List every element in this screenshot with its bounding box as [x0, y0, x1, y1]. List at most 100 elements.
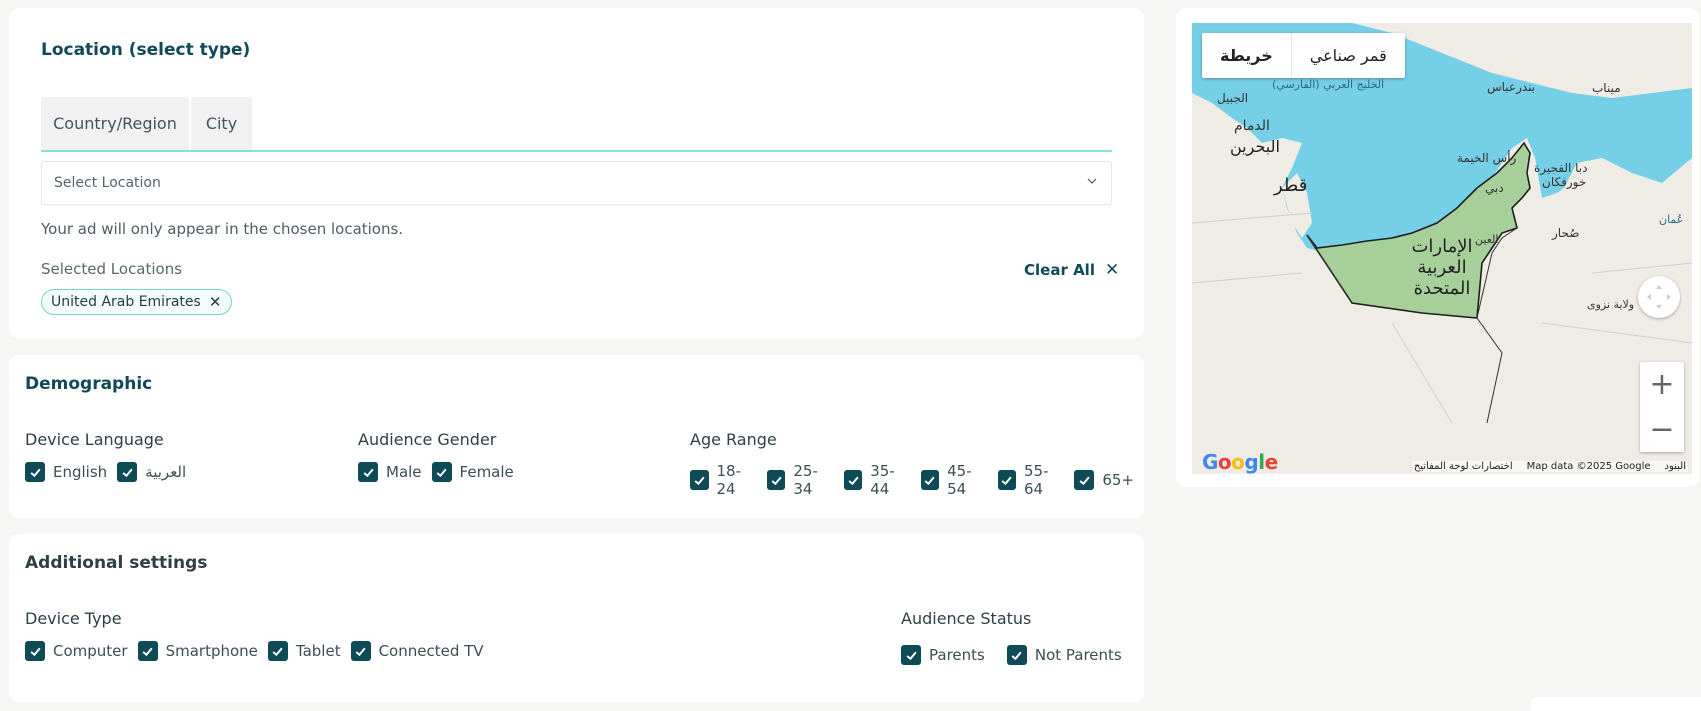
device-type-options: Computer Smartphone Tablet Connected TV: [25, 641, 494, 661]
checkbox-female[interactable]: Female: [431, 462, 514, 482]
map-type-toggle: خريطة قمر صناعي: [1202, 33, 1405, 78]
map-label-jubail: الجبيل: [1217, 91, 1249, 105]
terms-link[interactable]: البنود: [1665, 461, 1686, 472]
checkbox-age-45-54[interactable]: 45-54: [920, 462, 988, 498]
close-icon: ✕: [1104, 260, 1120, 280]
checkbox-arabic[interactable]: العربية: [117, 462, 186, 482]
checkmark-icon: [843, 470, 863, 490]
location-map[interactable]: خريطة قمر صناعي الخليج العربي (الفارسي) …: [1192, 23, 1692, 474]
clear-all-button[interactable]: Clear All ✕: [1024, 260, 1119, 280]
audience-status-label: Audience Status: [901, 609, 1032, 628]
zoom-controls: + −: [1640, 362, 1684, 452]
checkmark-icon: [901, 645, 921, 665]
checkbox-english[interactable]: English: [25, 462, 107, 482]
option-label: Smartphone: [165, 642, 258, 660]
option-label: 35-44: [870, 462, 895, 498]
age-range-options: 18-24 25-34 35-44 45-54 55-64 65+: [690, 462, 1144, 498]
map-label-bandar-abbas: بندرعباس: [1487, 80, 1536, 94]
checkbox-parents[interactable]: Parents: [901, 645, 985, 665]
option-label: Female: [459, 463, 514, 481]
option-label: Male: [386, 463, 422, 481]
map-label-dubai: دبي: [1485, 181, 1504, 195]
option-label: 25-34: [793, 462, 818, 498]
checkmark-icon: [25, 462, 45, 482]
location-chip: United Arab Emirates ✕: [41, 289, 233, 315]
map-label-khorfakkan: خورفكان: [1542, 175, 1587, 189]
checkmark-icon: [117, 462, 138, 482]
checkmark-icon: [431, 462, 452, 482]
option-label: العربية: [145, 463, 187, 481]
audience-status-options: Parents Not Parents: [901, 645, 1132, 665]
map-footer: اختصارات لوحة المفاتيح Map data ©2025 Go…: [1411, 461, 1688, 472]
checkbox-smartphone[interactable]: Smartphone: [137, 641, 258, 661]
option-label: Connected TV: [378, 642, 484, 660]
map-label-sohar: صُحار: [1552, 226, 1580, 240]
device-language-options: English العربية: [25, 462, 196, 482]
checkmark-icon: [137, 641, 158, 661]
checkmark-icon: [920, 470, 940, 490]
checkbox-age-55-64[interactable]: 55-64: [997, 462, 1065, 498]
option-label: 45-54: [947, 462, 972, 498]
checkbox-connected-tv[interactable]: Connected TV: [350, 641, 484, 661]
option-label: 65+: [1102, 471, 1135, 489]
audience-gender-options: Male Female: [358, 462, 524, 482]
zoom-out-button[interactable]: −: [1640, 407, 1684, 452]
tab-country-region[interactable]: Country/Region: [41, 97, 189, 150]
checkmark-icon: [766, 470, 786, 490]
checkmark-icon: [997, 470, 1017, 490]
map-label-ras-al-khaimah: رأس الخيمة: [1457, 151, 1517, 165]
option-label: Not Parents: [1034, 646, 1122, 664]
checkbox-age-25-34[interactable]: 25-34: [766, 462, 834, 498]
selected-locations-label: Selected Locations: [41, 260, 183, 278]
map-label-bahrain: البحرين: [1230, 137, 1280, 156]
tab-city[interactable]: City: [191, 97, 252, 150]
demographic-card: Demographic Device Language English العر…: [9, 355, 1144, 518]
location-select[interactable]: Select Location: [41, 161, 1112, 205]
audience-gender-label: Audience Gender: [358, 430, 497, 449]
chip-label: United Arab Emirates: [51, 294, 201, 310]
location-type-tabs: Country/Region City: [41, 97, 1112, 152]
checkbox-age-65-plus[interactable]: 65+: [1074, 470, 1134, 490]
device-language-label: Device Language: [25, 430, 164, 449]
checkbox-not-parents[interactable]: Not Parents: [1006, 645, 1122, 665]
street-view-pegman-icon[interactable]: [1638, 276, 1680, 318]
checkbox-age-18-24[interactable]: 18-24: [690, 462, 757, 498]
checkmark-icon: [358, 462, 378, 482]
map-label-uae: الإمارات العربية المتحدة: [1411, 236, 1473, 299]
map-card: خريطة قمر صناعي الخليج العربي (الفارسي) …: [1176, 8, 1699, 487]
map-data-attribution: Map data ©2025 Google: [1526, 461, 1651, 472]
checkbox-tablet[interactable]: Tablet: [267, 641, 341, 661]
zoom-in-button[interactable]: +: [1640, 362, 1684, 407]
corner-panel: [1531, 697, 1701, 711]
map-view-button[interactable]: خريطة: [1202, 33, 1292, 78]
option-label: 18-24: [716, 462, 742, 498]
option-label: Computer: [53, 642, 128, 660]
additional-settings-card: Additional settings Device Type Computer…: [9, 534, 1144, 702]
map-label-oman: عُمان: [1659, 213, 1684, 226]
checkbox-age-35-44[interactable]: 35-44: [843, 462, 911, 498]
checkmark-icon: [25, 641, 45, 661]
checkbox-male[interactable]: Male: [358, 462, 422, 482]
remove-chip-icon[interactable]: ✕: [209, 293, 222, 311]
age-range-label: Age Range: [690, 430, 777, 449]
additional-settings-title: Additional settings: [25, 553, 208, 573]
option-label: Tablet: [295, 642, 341, 660]
location-title: Location (select type): [41, 40, 251, 60]
keyboard-shortcuts-link[interactable]: اختصارات لوحة المفاتيح: [1414, 461, 1513, 472]
location-hint: Your ad will only appear in the chosen l…: [41, 220, 404, 238]
demographic-title: Demographic: [25, 374, 153, 394]
checkmark-icon: [1074, 470, 1095, 490]
device-type-label: Device Type: [25, 609, 122, 628]
map-label-nizwa: ولاية نزوى: [1587, 298, 1635, 311]
location-card: Location (select type) Country/Region Ci…: [9, 8, 1144, 338]
location-select-placeholder: Select Location: [54, 175, 161, 191]
satellite-view-button[interactable]: قمر صناعي: [1292, 33, 1405, 78]
checkmark-icon: [1006, 645, 1027, 665]
checkbox-computer[interactable]: Computer: [25, 641, 128, 661]
map-label-gulf: الخليج العربي (الفارسي): [1272, 78, 1385, 91]
option-label: English: [53, 463, 108, 481]
option-label: Parents: [929, 646, 985, 664]
checkmark-icon: [350, 641, 371, 661]
chevron-down-icon: [1087, 178, 1097, 184]
map-label-qatar: قطر: [1274, 175, 1308, 196]
